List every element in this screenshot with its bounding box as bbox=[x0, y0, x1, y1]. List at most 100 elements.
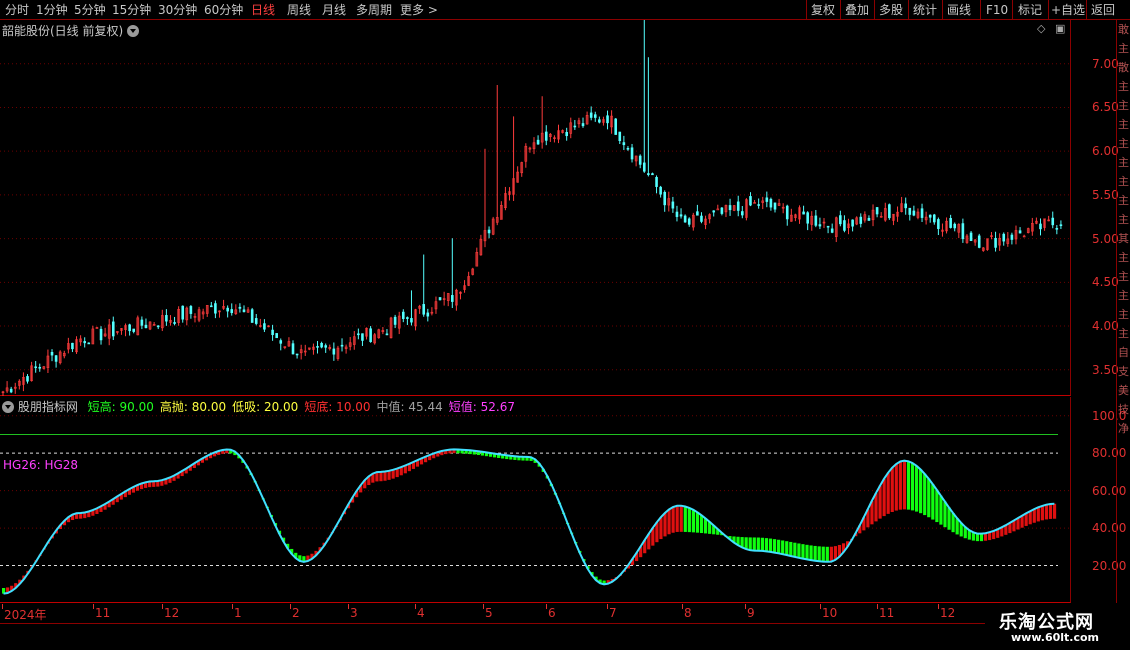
indicator-bar bbox=[1040, 505, 1044, 521]
stats-button[interactable]: 统计 bbox=[913, 2, 937, 18]
indicator-bar bbox=[777, 539, 781, 554]
price-axis: 7.00 6.50 6.00 5.50 5.00 4.50 4.00 3.50 bbox=[1072, 20, 1119, 396]
date-tick: 12 bbox=[164, 606, 180, 620]
candle-body bbox=[324, 345, 327, 348]
indicator-bar bbox=[760, 537, 764, 551]
indicator-bar bbox=[943, 501, 947, 528]
restore-rights-button[interactable]: 复权 bbox=[811, 2, 835, 18]
period-monthly[interactable]: 月线 bbox=[322, 2, 346, 18]
candle-body bbox=[757, 204, 760, 206]
date-tick: 8 bbox=[684, 606, 692, 620]
candle-body bbox=[340, 344, 344, 347]
candle-body bbox=[214, 303, 217, 314]
window-icon[interactable]: ▣ bbox=[1055, 22, 1065, 35]
candle-body bbox=[422, 304, 426, 315]
side-strip-char: 自 bbox=[1118, 346, 1129, 359]
candle-body bbox=[663, 191, 667, 206]
multi-stock-button[interactable]: 多股 bbox=[879, 2, 903, 18]
indicator-bar bbox=[772, 539, 777, 553]
candle-body bbox=[606, 115, 609, 124]
candle-body bbox=[1051, 217, 1055, 226]
side-panel-strip[interactable]: 敢主散主主主主主主主主其主主主主主自支美技净 bbox=[1116, 20, 1130, 603]
period-more[interactable]: 更多 > bbox=[400, 2, 438, 18]
candle-body bbox=[888, 204, 891, 219]
date-tick-line bbox=[290, 604, 291, 609]
candle-body bbox=[230, 309, 234, 314]
date-tick: 11 bbox=[879, 606, 895, 620]
date-tick-line bbox=[415, 604, 416, 609]
candle-body bbox=[438, 297, 442, 301]
date-tick: 2 bbox=[292, 606, 300, 620]
indicator-bar bbox=[898, 461, 902, 510]
candle-body bbox=[565, 132, 568, 137]
overlay-button[interactable]: 叠加 bbox=[845, 2, 869, 18]
candle-body bbox=[969, 232, 973, 242]
indicator-bar bbox=[939, 495, 943, 525]
date-tick: 1 bbox=[234, 606, 242, 620]
indicator-bar bbox=[902, 460, 907, 510]
period-intraday[interactable]: 分时 bbox=[5, 2, 29, 18]
f10-button[interactable]: F10 bbox=[986, 2, 1008, 18]
period-weekly[interactable]: 周线 bbox=[287, 2, 311, 18]
candle-body bbox=[867, 217, 871, 221]
diamond-icon[interactable]: ◇ bbox=[1037, 22, 1045, 35]
indicator-bar bbox=[756, 537, 760, 551]
indicator-panel[interactable] bbox=[0, 397, 1071, 619]
price-chart-panel[interactable] bbox=[0, 19, 1071, 397]
back-button[interactable]: 返回 bbox=[1091, 2, 1115, 18]
dropdown-icon[interactable] bbox=[2, 401, 14, 413]
candle-body bbox=[275, 333, 278, 339]
period-multi[interactable]: 多周期 bbox=[356, 2, 392, 18]
period-daily[interactable]: 日线 bbox=[251, 2, 275, 18]
date-tick-line bbox=[348, 604, 349, 609]
candle-body bbox=[700, 215, 703, 222]
price-tick: 5.00 bbox=[1092, 231, 1119, 246]
candle-body bbox=[712, 210, 716, 213]
indicator-bar bbox=[801, 544, 805, 559]
indicator-bar bbox=[829, 546, 833, 562]
candle-body bbox=[683, 215, 687, 223]
chart-title: 韶能股份(日线 前复权) bbox=[2, 22, 140, 39]
indicator-bar bbox=[1036, 507, 1040, 522]
candle-body bbox=[99, 328, 103, 341]
candle-body bbox=[904, 203, 908, 209]
period-15min[interactable]: 15分钟 bbox=[112, 2, 151, 18]
date-tick-line bbox=[2, 604, 3, 609]
candle-body bbox=[226, 307, 229, 312]
indicator-bar bbox=[675, 505, 679, 532]
indicator-bar bbox=[821, 546, 825, 562]
candle-body bbox=[410, 318, 413, 323]
side-strip-char: 主 bbox=[1118, 42, 1129, 55]
candle-body bbox=[769, 198, 773, 208]
candle-body bbox=[71, 342, 74, 350]
mark-button[interactable]: 标记 bbox=[1018, 2, 1042, 18]
indicator-param: 短值: 52.67 bbox=[448, 400, 515, 414]
candle-body bbox=[487, 229, 491, 234]
period-30min[interactable]: 30分钟 bbox=[158, 2, 197, 18]
period-1min[interactable]: 1分钟 bbox=[36, 2, 68, 18]
indicator-bar bbox=[764, 538, 769, 552]
indicator-bar bbox=[906, 461, 911, 510]
candle-body bbox=[932, 214, 936, 223]
indicator-bar bbox=[817, 546, 821, 562]
side-strip-char: 主 bbox=[1118, 194, 1129, 207]
candle-body bbox=[1010, 234, 1014, 240]
candle-body bbox=[622, 142, 626, 146]
side-strip-char: 主 bbox=[1118, 80, 1129, 93]
indicator-bar bbox=[935, 489, 939, 523]
candle-body bbox=[977, 235, 981, 248]
period-5min[interactable]: 5分钟 bbox=[74, 2, 106, 18]
add-watchlist-button[interactable]: +自选 bbox=[1051, 2, 1085, 18]
candle-body bbox=[320, 342, 323, 348]
stock-name: 韶能股份(日线 前复权) bbox=[2, 24, 124, 38]
candle-body bbox=[741, 211, 744, 216]
draw-line-button[interactable]: 画线 bbox=[947, 2, 971, 18]
candle-body bbox=[773, 202, 777, 210]
candlestick-chart bbox=[0, 19, 1071, 397]
period-60min[interactable]: 60分钟 bbox=[204, 2, 243, 18]
candle-body bbox=[544, 131, 548, 141]
indicator-axis: 100.0 80.00 60.00 40.00 20.00 bbox=[1072, 397, 1126, 603]
dropdown-icon[interactable] bbox=[127, 25, 140, 37]
indicator-bar bbox=[874, 493, 878, 522]
indicator-param: 短高: 90.00 bbox=[87, 400, 154, 414]
